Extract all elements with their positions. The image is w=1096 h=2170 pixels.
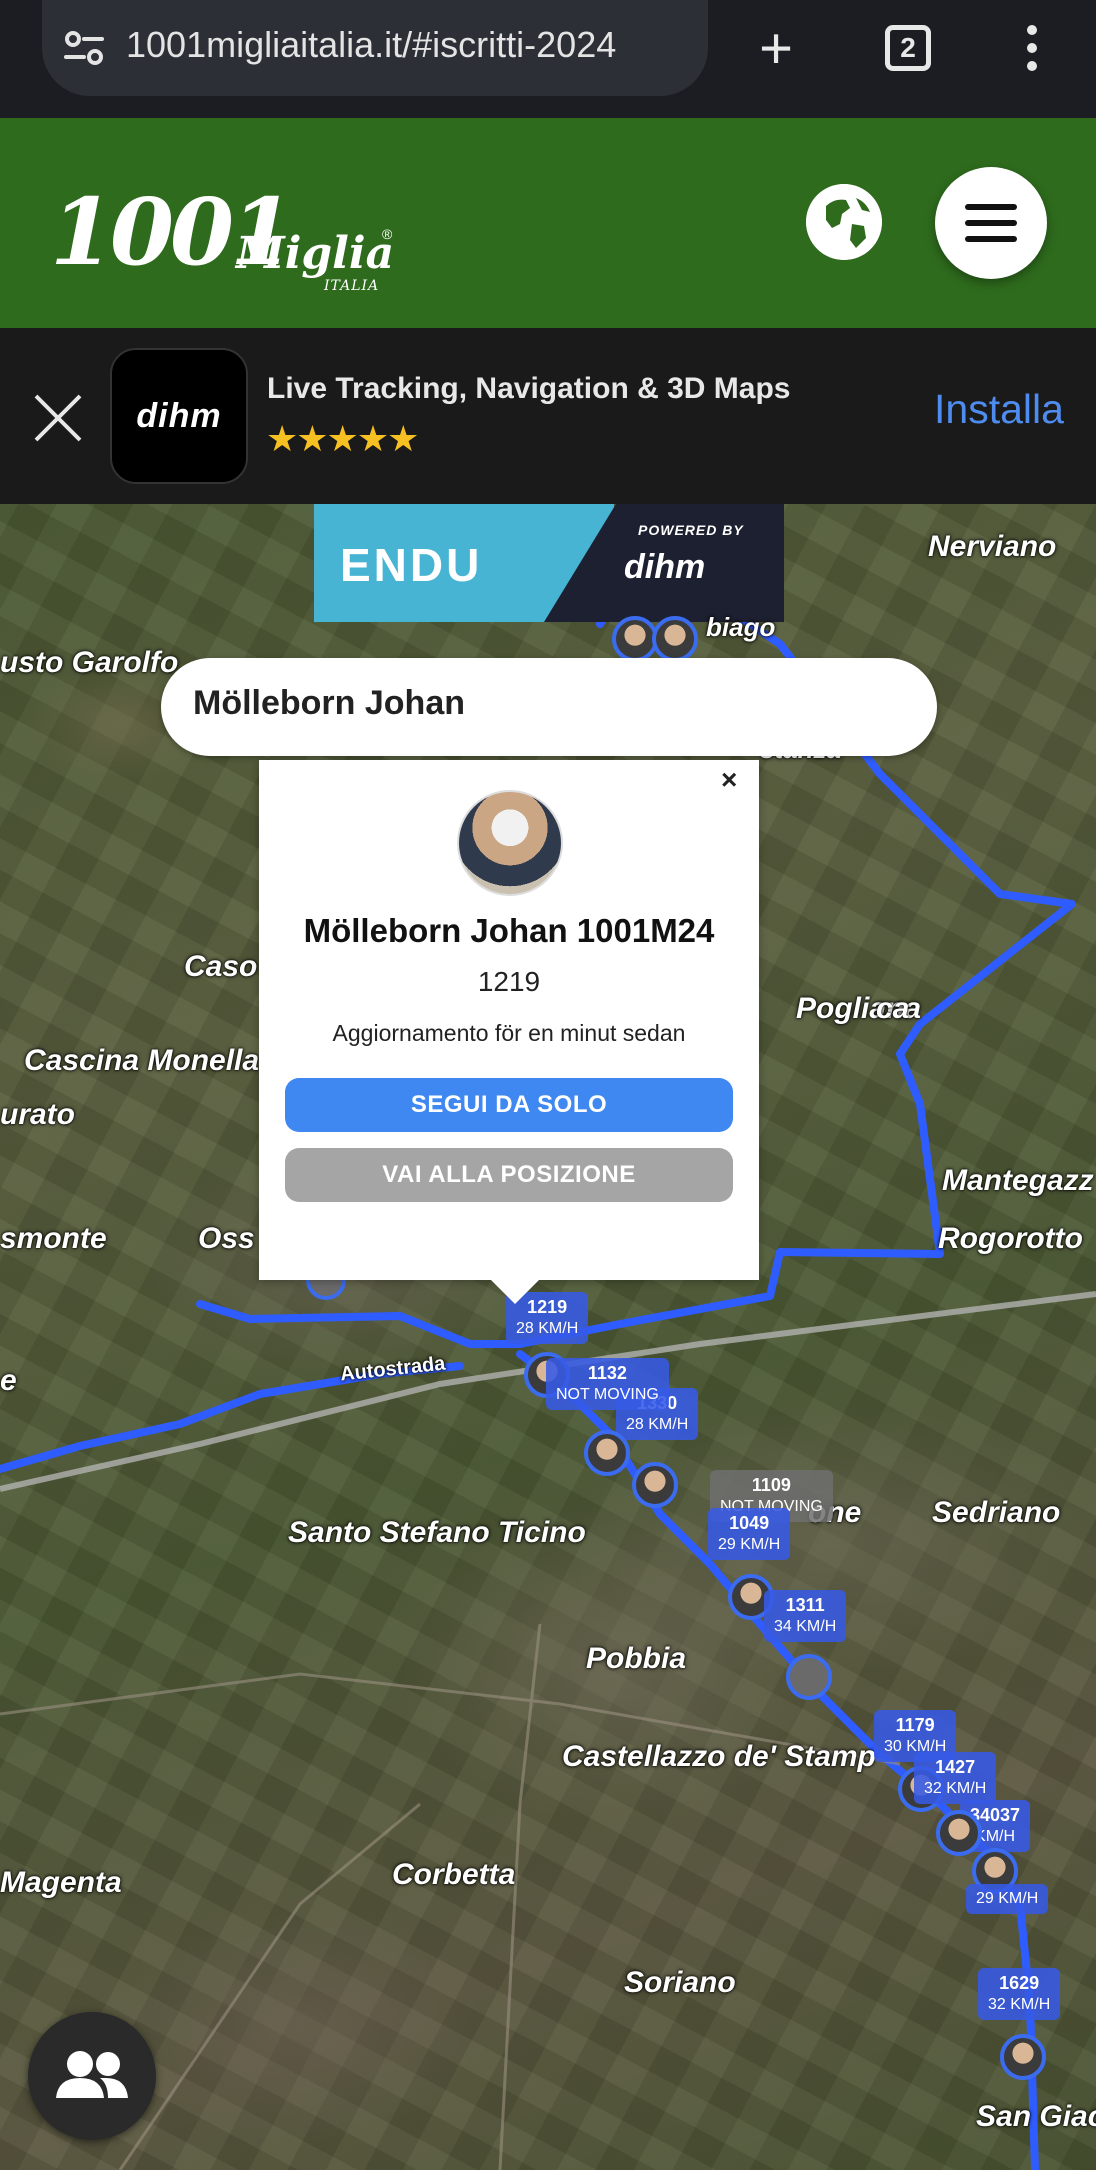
powered-by-label: POWERED BY <box>638 522 744 538</box>
install-button[interactable]: Installa <box>934 386 1064 433</box>
place-label: Nerviano <box>928 530 1057 563</box>
app-icon-text: dihm <box>136 396 222 435</box>
place-label: ca <box>876 992 910 1025</box>
app-install-banner: dihm Live Tracking, Navigation & 3D Maps… <box>0 328 1096 504</box>
rider-marker[interactable]: 1427 32 KM/H <box>914 1752 997 1804</box>
search-value: Mölleborn Johan <box>193 684 465 722</box>
rider-search-field[interactable]: Mölleborn Johan <box>161 658 937 756</box>
place-label: Santo Stefano Ticino <box>288 1516 586 1549</box>
last-update: Aggiornamento för en minut sedan <box>332 1020 686 1046</box>
tab-count: 2 <box>885 25 931 71</box>
rider-name: Mölleborn Johan 1001M24 <box>303 912 715 949</box>
place-label: Oss <box>198 1222 255 1255</box>
endu-label: ENDU <box>340 539 483 591</box>
place-label: Pobbia <box>586 1642 687 1675</box>
rider-speed: 29 KM/H <box>718 1536 781 1553</box>
rider-speed: 29 KM/H <box>976 1890 1039 1907</box>
rider-speed: 34 KM/H <box>774 1618 837 1635</box>
place-label: e <box>0 1364 17 1397</box>
site-info-icon[interactable] <box>64 30 104 66</box>
rider-bib-number: 1219 <box>477 966 541 997</box>
rider-bib: 1427 <box>935 1757 976 1777</box>
rider-speed: 32 KM/H <box>924 1780 987 1797</box>
rating-stars: ★★★★★ <box>266 418 419 459</box>
logo-registered: ® <box>382 226 393 242</box>
rider-avatar[interactable] <box>584 1430 630 1476</box>
rider-avatar[interactable] <box>652 616 698 662</box>
address-bar[interactable]: 1001migliaitalia.it/#iscritti-2024 <box>42 0 708 96</box>
rider-avatar[interactable] <box>786 1654 832 1700</box>
follow-alone-button[interactable]: SEGUI DA SOLO <box>285 1078 733 1132</box>
rider-bib: 1311 <box>785 1595 825 1615</box>
rider-bib: 1109 <box>751 1475 791 1495</box>
logo-sub: ITALIA <box>324 278 380 294</box>
menu-icon-bar <box>965 204 1017 210</box>
place-label: Corbetta <box>392 1858 516 1891</box>
place-label: urato <box>0 1098 75 1131</box>
place-label: Rogorotto <box>938 1222 1083 1255</box>
rider-avatar <box>457 790 563 896</box>
rider-bib: 1179 <box>895 1715 935 1735</box>
place-label: San Giac <box>976 2100 1096 2133</box>
people-icon <box>56 2051 128 2098</box>
place-label: smonte <box>0 1222 107 1255</box>
place-label: Caso <box>184 950 258 983</box>
rider-marker[interactable]: 1049 29 KM/H <box>708 1508 791 1560</box>
rider-marker[interactable]: 29 KM/H <box>966 1884 1049 1914</box>
place-label: biago <box>706 612 776 642</box>
app-icon[interactable]: dihm <box>110 348 248 484</box>
site-header: 1001 Miglia ® ITALIA <box>0 118 1096 328</box>
go-to-position-button[interactable]: VAI ALLA POSIZIONE <box>285 1148 733 1202</box>
rider-speed: NOT MOVING <box>556 1386 659 1403</box>
rider-marker[interactable]: 1629 32 KM/H <box>978 1968 1061 2020</box>
rider-marker[interactable]: 1311 34 KM/H <box>764 1590 847 1642</box>
globe-icon[interactable] <box>806 184 882 260</box>
app-title: Live Tracking, Navigation & 3D Maps <box>267 372 791 405</box>
rider-bib: 1132 <box>587 1363 627 1383</box>
place-label: Mantegazz <box>942 1164 1094 1197</box>
site-logo[interactable]: 1001 Miglia ® ITALIA <box>50 158 410 298</box>
place-label: Castellazzo de' Stamp <box>562 1740 876 1773</box>
rider-speed: 28 KM/H <box>626 1416 689 1433</box>
rider-bib: 1049 <box>729 1513 770 1533</box>
rider-popup: × Mölleborn Johan 1001M24 1219 Aggiornam… <box>259 760 759 1304</box>
place-label: usto Garolfo <box>0 646 179 679</box>
map-view[interactable]: ENDU POWERED BY dihm Nerviano usto Garol… <box>0 504 1096 2170</box>
browser-toolbar: 1001migliaitalia.it/#iscritti-2024 + 2 <box>0 0 1096 118</box>
menu-icon-bar <box>965 220 1017 226</box>
url-text[interactable]: 1001migliaitalia.it/#iscritti-2024 <box>126 24 616 66</box>
place-label: Cascina Monella <box>24 1044 260 1077</box>
rider-avatar[interactable] <box>1000 2034 1046 2080</box>
place-label: Magenta <box>0 1866 122 1899</box>
place-label: Sedriano <box>932 1496 1061 1529</box>
rider-marker[interactable]: 1132 NOT MOVING <box>546 1358 669 1410</box>
group-button[interactable] <box>28 2012 156 2140</box>
endu-banner[interactable]: ENDU POWERED BY dihm <box>314 504 784 622</box>
rider-speed: 32 KM/H <box>988 1996 1051 2013</box>
tabs-icon[interactable]: 2 <box>878 18 938 78</box>
rider-avatar[interactable] <box>936 1810 982 1856</box>
dihm-label: dihm <box>624 548 706 586</box>
rider-speed: 28 KM/H <box>516 1320 579 1337</box>
close-icon[interactable]: × <box>721 764 737 796</box>
close-icon[interactable] <box>30 390 86 446</box>
rider-avatar[interactable] <box>632 1462 678 1508</box>
more-vert-icon[interactable] <box>1002 18 1062 78</box>
menu-button[interactable] <box>935 167 1047 279</box>
plus-icon[interactable]: + <box>746 16 806 81</box>
logo-word: Miglia <box>236 228 395 279</box>
rider-bib: 1629 <box>999 1973 1040 1993</box>
menu-icon-bar <box>965 236 1017 242</box>
place-label: Soriano <box>624 1966 736 1999</box>
